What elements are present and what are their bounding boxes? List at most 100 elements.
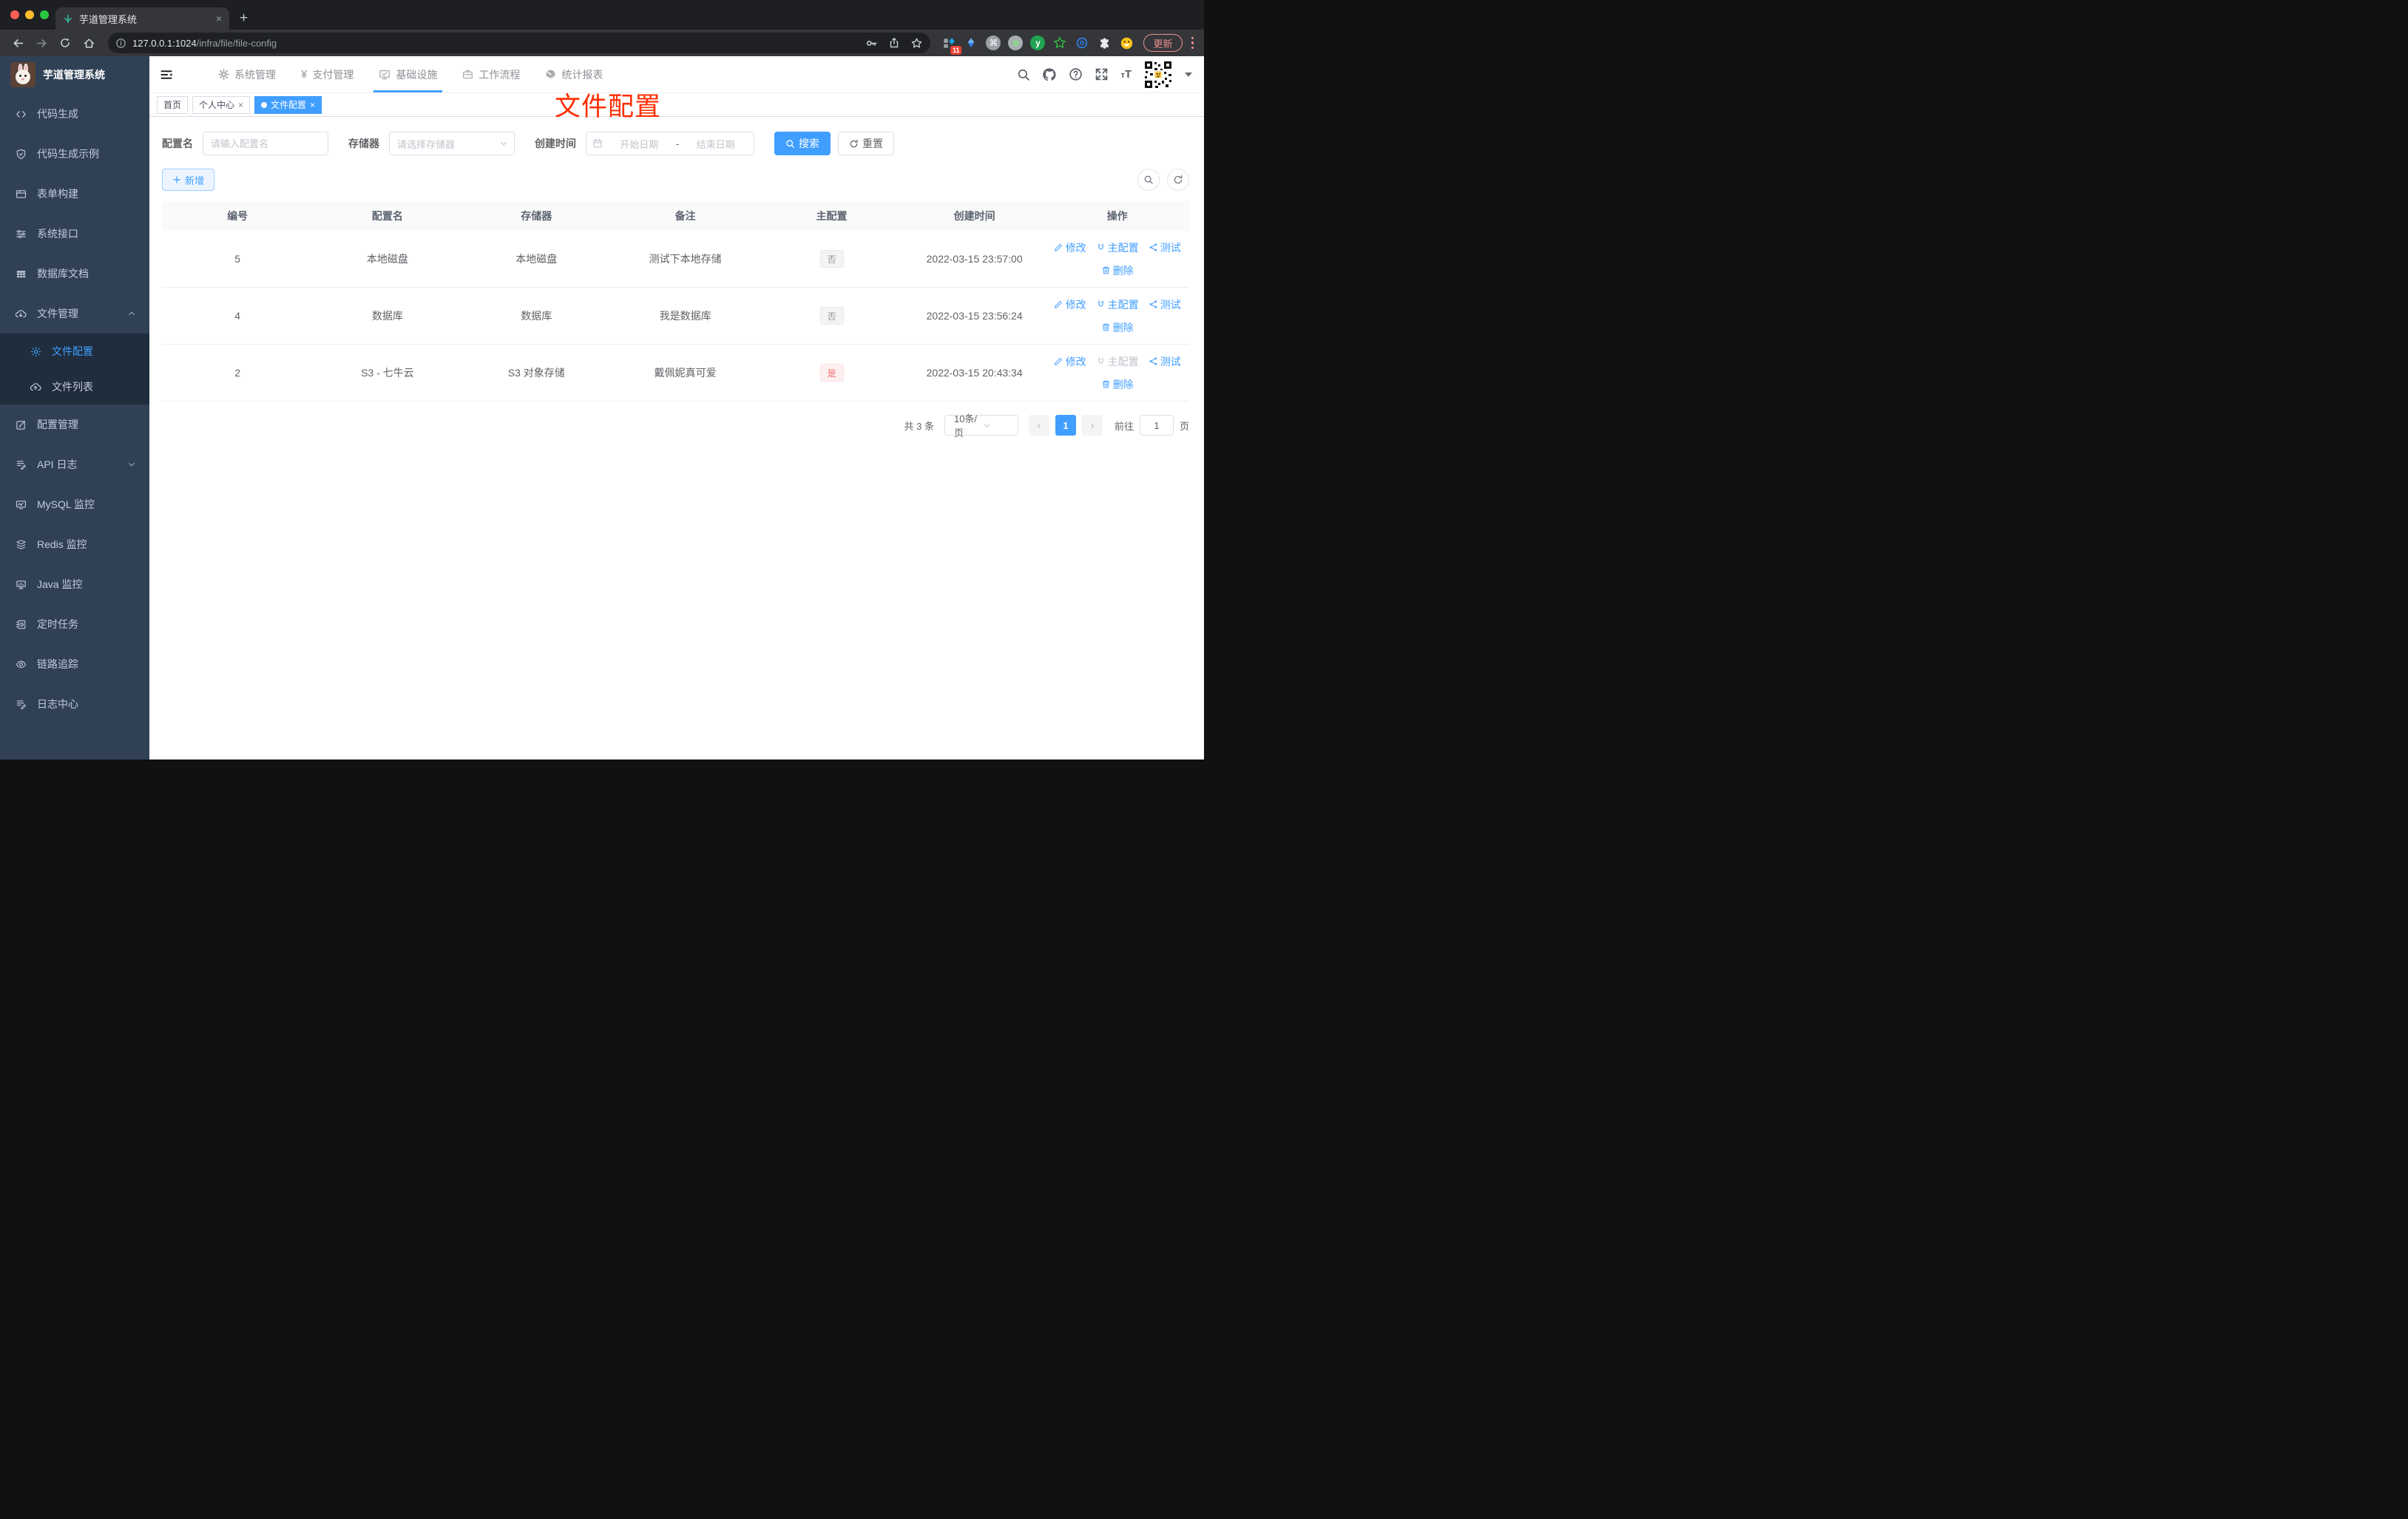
fullscreen-icon[interactable] [1095, 67, 1109, 81]
reload-icon[interactable] [55, 33, 75, 53]
extension-emoji-face-icon[interactable] [1117, 33, 1136, 53]
sidebar-item-java-monitor[interactable]: Java 监控 [0, 564, 149, 604]
main-area: 系统管理 ¥ 支付管理 基础设施 工作流程 统计报表 тT 首页 个人中心 × … [149, 56, 1204, 760]
sidebar-item-system-api[interactable]: 系统接口 [0, 214, 149, 254]
extension-green-star-icon[interactable] [1050, 33, 1069, 53]
delete-link[interactable]: 删除 [1101, 377, 1134, 392]
tag-file-config[interactable]: 文件配置 × [254, 95, 322, 114]
sidebar-item-file-config[interactable]: 文件配置 [0, 334, 149, 369]
zoom-window-button[interactable] [40, 10, 49, 19]
edit-link[interactable]: 修改 [1054, 354, 1086, 369]
extensions-puzzle-icon[interactable] [1095, 33, 1114, 53]
tab-favicon-plant-icon [63, 13, 73, 24]
tab-close-icon[interactable]: × [216, 13, 222, 24]
share-icon[interactable] [888, 37, 900, 49]
reset-button[interactable]: 重置 [838, 132, 894, 155]
avatar[interactable] [1143, 59, 1173, 89]
sidebar-item-api-log[interactable]: API 日志 [0, 444, 149, 484]
extension-kite-icon[interactable] [961, 33, 981, 53]
browser-menu-icon[interactable] [1191, 36, 1194, 50]
delete-link[interactable]: 删除 [1101, 263, 1134, 278]
sidebar-logo[interactable]: 芋道管理系统 [0, 56, 149, 93]
browser-update-button[interactable]: 更新 [1143, 34, 1183, 52]
test-link[interactable]: 测试 [1149, 297, 1181, 312]
address-bar[interactable]: 127.0.0.1:1024/infra/file/file-config [108, 33, 931, 53]
help-icon[interactable] [1069, 67, 1083, 81]
minimize-window-button[interactable] [25, 10, 34, 19]
page-number-1[interactable]: 1 [1055, 415, 1076, 436]
sidebar-item-file-list[interactable]: 文件列表 [0, 369, 149, 405]
schedule-clock-icon [15, 618, 27, 630]
sidebar-item-trace[interactable]: 链路追踪 [0, 644, 149, 684]
extension-blue-eye-icon[interactable] [1072, 33, 1092, 53]
sidebar-item-label: 链路追踪 [37, 658, 78, 670]
sidebar-item-log-center[interactable]: 日志中心 [0, 684, 149, 724]
top-menu-payment[interactable]: ¥ 支付管理 [288, 56, 366, 92]
sidebar-item-redis-monitor[interactable]: Redis 监控 [0, 524, 149, 564]
password-key-icon[interactable] [865, 37, 878, 50]
avatar-caret-icon[interactable] [1185, 72, 1192, 77]
browser-tab[interactable]: 芋道管理系统 × [55, 7, 229, 30]
cell-storage: 本地磁盘 [515, 253, 558, 265]
sidebar-item-form-builder[interactable]: 表单构建 [0, 174, 149, 214]
home-icon[interactable] [78, 33, 99, 53]
edit-link[interactable]: 修改 [1054, 240, 1086, 255]
sidebar-collapse-icon[interactable] [155, 64, 177, 86]
toggle-search-button[interactable] [1137, 169, 1160, 191]
forward-icon[interactable] [31, 33, 52, 53]
extension-command-icon[interactable]: ⌘ [984, 33, 1003, 53]
search-icon[interactable] [1017, 68, 1030, 81]
font-size-icon[interactable]: тT [1120, 68, 1132, 81]
master-config-link[interactable]: 主配置 [1096, 240, 1139, 255]
master-status-badge: 是 [819, 364, 844, 382]
master-config-link[interactable]: 主配置 [1096, 297, 1139, 312]
page-content: 配置名 存储器 请选择存储器 创建时间 [149, 117, 1204, 760]
site-info-icon[interactable] [115, 38, 126, 49]
page-size-select[interactable]: 10条/页 [944, 413, 1018, 439]
column-header-storage: 存储器 [521, 210, 552, 222]
tag-profile[interactable]: 个人中心 × [192, 95, 251, 114]
sidebar-item-file-management[interactable]: 文件管理 [0, 294, 149, 334]
edit-label: 修改 [1065, 298, 1086, 311]
extension-y-circle-icon[interactable]: y [1028, 33, 1047, 53]
chevron-down-icon [127, 460, 136, 469]
storage-select[interactable]: 请选择存储器 [389, 132, 515, 155]
new-tab-button[interactable]: + [240, 11, 248, 25]
cell-actions: 修改 主配置 测试 删除 [1045, 297, 1188, 335]
prev-page-button[interactable]: ‹ [1028, 415, 1049, 436]
close-window-button[interactable] [10, 10, 19, 19]
search-button[interactable]: 搜索 [774, 132, 831, 155]
bookmark-star-icon[interactable] [910, 37, 923, 50]
sidebar-item-scheduled-tasks[interactable]: 定时任务 [0, 604, 149, 644]
close-icon[interactable]: × [238, 100, 243, 110]
tag-home[interactable]: 首页 [157, 95, 189, 114]
column-header-remark: 备注 [674, 210, 696, 222]
edit-link[interactable]: 修改 [1054, 297, 1086, 312]
sidebar-item-db-doc[interactable]: 数据库文档 [0, 254, 149, 294]
goto-page-input[interactable] [1139, 415, 1174, 436]
close-icon[interactable]: × [310, 100, 315, 110]
table-row: 4 数据库 数据库 我是数据库 否 2022-03-15 23:56:24 修改… [162, 288, 1189, 345]
sidebar-item-mysql-monitor[interactable]: MySQL 监控 [0, 484, 149, 524]
delete-link[interactable]: 删除 [1101, 320, 1134, 335]
sidebar-item-code-gen-example[interactable]: 代码生成示例 [0, 134, 149, 174]
extension-record-dot-icon[interactable] [1006, 33, 1025, 53]
next-page-button[interactable]: › [1081, 415, 1103, 436]
sidebar-item-code-generation[interactable]: 代码生成 [0, 94, 149, 134]
sidebar-item-label: 系统接口 [37, 228, 78, 240]
test-link[interactable]: 测试 [1149, 354, 1181, 369]
config-name-input[interactable] [203, 132, 328, 155]
github-icon[interactable] [1042, 67, 1057, 82]
sidebar-item-config-management[interactable]: 配置管理 [0, 405, 149, 444]
test-link[interactable]: 测试 [1149, 240, 1181, 255]
create-time-range-picker[interactable]: 开始日期 - 结束日期 [586, 132, 754, 155]
sidebar-item-label: MySQL 监控 [37, 498, 95, 510]
top-menu-system[interactable]: 系统管理 [206, 56, 288, 92]
refresh-table-button[interactable] [1167, 169, 1189, 191]
extension-grid-diamond-icon[interactable]: 11 [939, 33, 962, 55]
search-icon [785, 139, 795, 149]
top-menu-infrastructure[interactable]: 基础设施 [366, 56, 450, 92]
add-button[interactable]: 新增 [162, 169, 215, 191]
back-icon[interactable] [7, 33, 28, 53]
top-menu-workflow[interactable]: 工作流程 [450, 56, 532, 92]
